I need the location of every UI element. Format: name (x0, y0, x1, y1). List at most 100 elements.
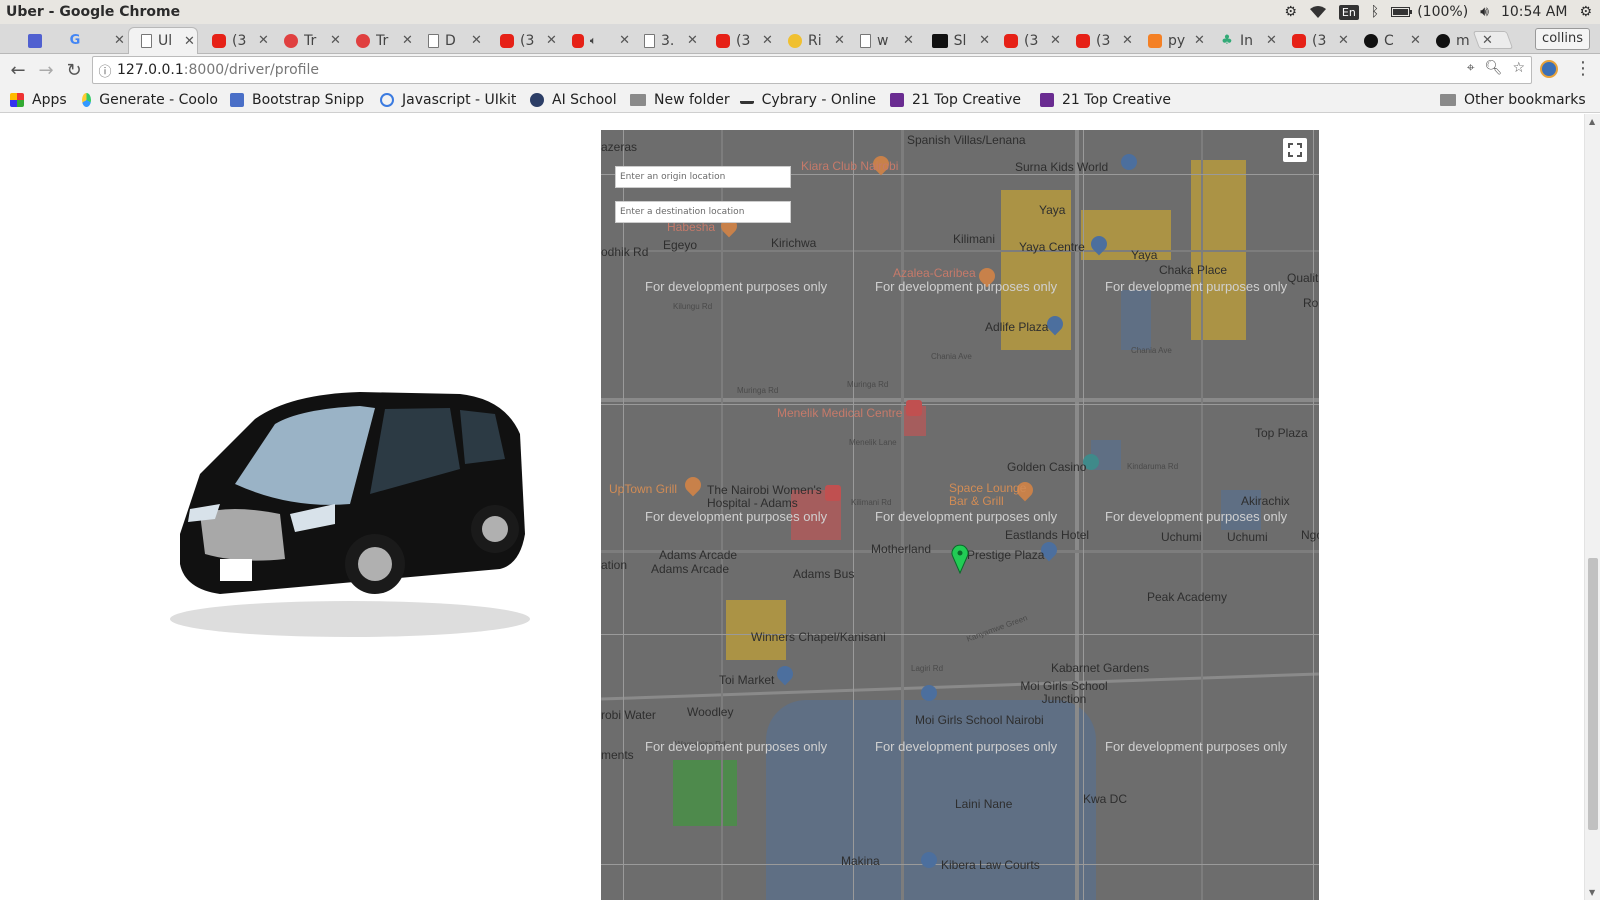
tab-close-icon[interactable]: ✕ (903, 33, 914, 48)
browser-tab[interactable]: (3 ✕ (992, 27, 1062, 54)
map-pin[interactable] (921, 852, 937, 868)
scroll-up-arrow-icon[interactable]: ▲ (1589, 117, 1595, 126)
bookmark-new-folder[interactable]: New folder (630, 89, 730, 111)
bookmark-label: Javascript - UIkit (402, 92, 517, 108)
dev-watermark: For development purposes only (645, 509, 828, 524)
map-label: odhik Rd (601, 245, 649, 259)
fullscreen-button[interactable] (1283, 138, 1307, 162)
bookmark-ai-school[interactable]: AI School (530, 89, 617, 111)
tab-close-icon[interactable]: ✕ (762, 33, 773, 48)
forward-button[interactable]: → (32, 56, 60, 84)
browser-tab[interactable]: Tr ✕ (272, 27, 342, 54)
browser-tab[interactable]: Ul ✕ (128, 27, 198, 54)
tab-close-icon[interactable]: ✕ (687, 33, 698, 48)
browser-tab[interactable]: Sl ✕ (920, 27, 990, 54)
tab-close-icon[interactable]: ✕ (1194, 33, 1205, 48)
browser-tab[interactable]: Ri ✕ (776, 27, 846, 54)
youtube-icon (1076, 33, 1090, 48)
tab-close-icon[interactable]: ✕ (834, 33, 845, 48)
map-pin[interactable] (906, 400, 922, 416)
tab-close-icon[interactable]: ✕ (258, 33, 269, 48)
browser-tab[interactable]: 3. ✕ (632, 27, 702, 54)
map-pin[interactable] (1121, 154, 1137, 170)
page-icon (141, 34, 152, 48)
browser-tab[interactable]: 🔈︎ ✕ (560, 27, 630, 54)
tab-close-icon[interactable]: ✕ (402, 33, 413, 48)
browser-tab[interactable]: (3 ✕ (488, 27, 558, 54)
map-label: Golden Casino (1007, 460, 1087, 474)
tab-close-icon[interactable]: ✕ (979, 33, 990, 48)
browser-tab[interactable]: (3 ✕ (200, 27, 270, 54)
clock[interactable]: 10:54 AM (1501, 4, 1567, 20)
chrome-menu-icon[interactable]: ⋮ (1574, 58, 1592, 79)
bookmark-21-top-creative-2[interactable]: 21 Top Creative (1040, 89, 1178, 111)
bookmark-cybrary[interactable]: Cybrary - Online (740, 89, 876, 111)
location-icon[interactable]: ⌖ (1467, 60, 1475, 76)
bookmark-other[interactable]: Other bookmarks (1440, 89, 1586, 111)
map-label: azeras (601, 140, 638, 154)
tab-title: Tr (304, 32, 317, 49)
volume-icon[interactable]: 🔊︎ (1480, 4, 1489, 20)
browser-tab[interactable]: Tr ✕ (344, 27, 414, 54)
zoom-icon[interactable]: 🔍︎ (1485, 60, 1503, 76)
browser-tab[interactable]: C ✕ (1352, 27, 1422, 54)
bookmark-bootstrap[interactable]: Bootstrap Snipp (230, 89, 368, 111)
location-marker-icon[interactable] (951, 544, 969, 574)
site-info-icon[interactable]: ⓘ (93, 61, 117, 80)
scroll-thumb[interactable] (1588, 558, 1598, 830)
settings-gear-icon[interactable]: ⚙ (1284, 4, 1297, 20)
origin-input[interactable] (615, 166, 791, 188)
tab-close-icon[interactable]: ✕ (1338, 33, 1349, 48)
tab-close-icon[interactable]: ✕ (1410, 33, 1421, 48)
map-label: Ro (1303, 296, 1319, 310)
tab-close-icon[interactable]: ✕ (471, 33, 482, 48)
battery-indicator[interactable]: (100%) (1391, 4, 1468, 20)
profile-button[interactable]: collins (1535, 28, 1590, 50)
tab-close-icon[interactable]: ✕ (619, 33, 630, 48)
map-pin[interactable] (921, 685, 937, 701)
tab-close-icon[interactable]: ✕ (1482, 33, 1493, 48)
back-button[interactable]: ← (4, 56, 32, 84)
extension-icon[interactable] (1540, 60, 1558, 78)
tab-close-icon[interactable]: ✕ (1050, 33, 1061, 48)
tab-close-icon[interactable]: ✕ (330, 33, 341, 48)
tab-close-icon[interactable]: ✕ (184, 34, 195, 49)
power-gear-icon[interactable]: ⚙ (1579, 4, 1592, 20)
reload-button[interactable]: ↻ (60, 56, 88, 84)
page-scrollbar[interactable]: ▲ ▼ (1584, 114, 1600, 900)
destination-input[interactable] (615, 201, 791, 223)
browser-tab[interactable]: (3 ✕ (1064, 27, 1134, 54)
scroll-down-arrow-icon[interactable]: ▼ (1589, 888, 1595, 897)
bookmark-21-top-creative-1[interactable]: 21 Top Creative (890, 89, 1028, 111)
wifi-icon[interactable] (1309, 5, 1327, 19)
os-top-bar: Uber - Google Chrome ⚙ En ᛒ (100%) 🔊︎ 10… (0, 0, 1600, 24)
browser-tab[interactable]: ♣ In ✕ (1208, 27, 1278, 54)
tab-close-icon[interactable]: ✕ (114, 33, 125, 48)
tab-close-icon[interactable]: ✕ (1122, 33, 1133, 48)
bookmark-apps[interactable]: Apps (10, 89, 67, 111)
bookmark-uikit[interactable]: Javascript - UIkit (380, 89, 516, 111)
address-bar[interactable]: ⓘ 127.0.0.1:8000/driver/profile ⌖ 🔍︎ ☆ (92, 56, 1532, 84)
tab-close-icon[interactable]: ✕ (546, 33, 557, 48)
map-pin[interactable] (681, 473, 705, 497)
tab-close-icon[interactable]: ✕ (1266, 33, 1277, 48)
browser-tab[interactable]: py ✕ (1136, 27, 1206, 54)
map-label: Menelik Medical Centre (777, 406, 903, 420)
browser-tab[interactable]: D ✕ (416, 27, 486, 54)
bookmark-coolors[interactable]: Generate - Coolo (82, 89, 218, 111)
browser-tab[interactable]: G ✕ (56, 27, 126, 54)
browser-tab[interactable]: m ✕ (1424, 27, 1494, 54)
bookmark-star-icon[interactable]: ☆ (1512, 60, 1525, 76)
map-pin[interactable] (773, 662, 797, 686)
tab-audio-icon[interactable]: 🔈︎ (590, 34, 597, 48)
browser-tab[interactable]: (3 ✕ (1280, 27, 1350, 54)
bluetooth-icon[interactable]: ᛒ (1371, 4, 1379, 20)
browser-tab[interactable]: w ✕ (848, 27, 918, 54)
tab-title: In (1240, 32, 1254, 49)
browser-tab[interactable]: (3 ✕ (704, 27, 774, 54)
tab-title: py (1168, 32, 1186, 49)
map-label: Azalea-Caribea (893, 266, 976, 280)
language-indicator[interactable]: En (1338, 4, 1359, 20)
ai-school-icon (530, 93, 544, 107)
map[interactable]: Spanish Villas/Lenana Surna Kids World a… (601, 130, 1319, 900)
